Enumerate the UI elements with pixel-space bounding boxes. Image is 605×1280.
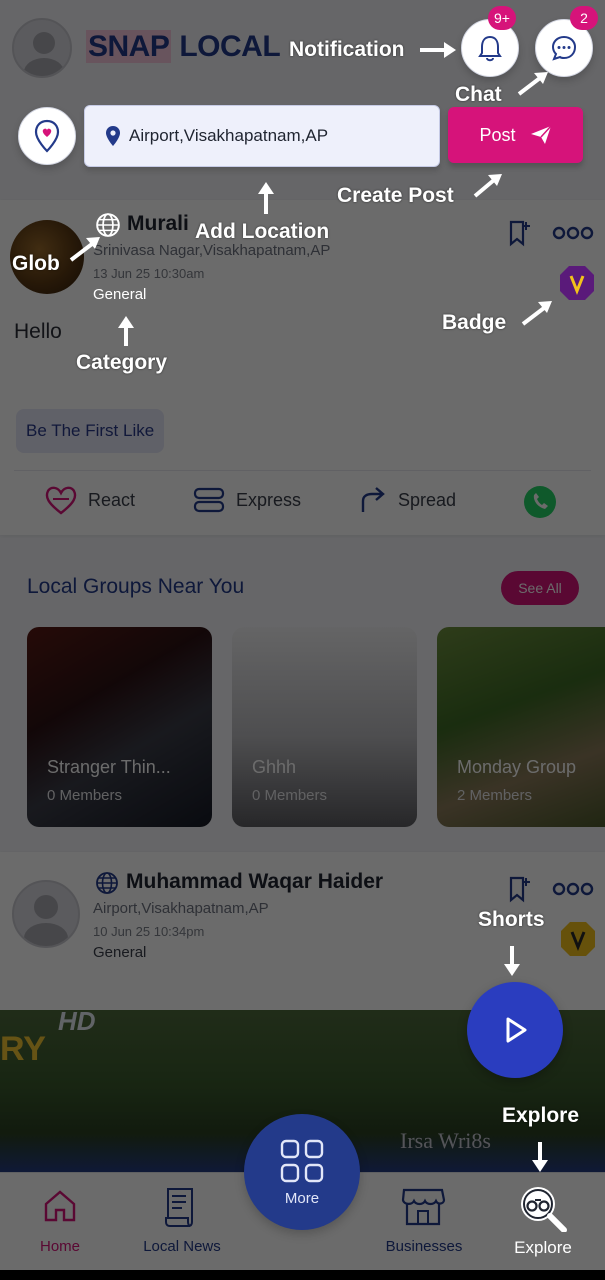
location-value: Airport,Visakhapatnam,AP [129, 126, 329, 145]
badge-icon [559, 920, 597, 963]
spread-label: Spread [398, 489, 457, 510]
post-author-name[interactable]: Murali [127, 212, 189, 236]
react-button[interactable]: React [44, 485, 135, 515]
bell-icon [478, 35, 502, 62]
post-location: Srinivasa Nagar,Visakhapatnam,AP [93, 242, 331, 259]
post-author-name[interactable]: Muhammad Waqar Haider [126, 870, 383, 894]
app-logo: SNAP LOCAL [86, 30, 281, 64]
more-options-icon[interactable] [552, 224, 594, 247]
annotation-add-location: Add Location [195, 220, 330, 243]
nav-businesses[interactable]: Businesses [376, 1238, 472, 1255]
post-date: 10 Jun 25 10:34pm [93, 924, 205, 939]
shorts-button[interactable] [467, 982, 563, 1078]
bookmark-icon[interactable] [504, 874, 534, 909]
user-icon [24, 895, 68, 946]
divider [14, 470, 591, 471]
post-category: General [93, 286, 147, 303]
heart-icon [45, 486, 77, 515]
annotation-shorts: Shorts [478, 908, 545, 931]
media-text: RY [0, 1030, 46, 1068]
profile-avatar[interactable] [12, 18, 72, 78]
group-card[interactable]: Ghhh 0 Members [232, 627, 417, 827]
first-like-button[interactable]: Be The First Like [16, 409, 165, 453]
chat-count-badge: 2 [570, 6, 598, 30]
create-post-button[interactable]: Post [448, 107, 583, 163]
more-label: More [284, 1189, 320, 1207]
arrow-icon [532, 1142, 548, 1172]
group-card[interactable]: Stranger Thin... 0 Members [27, 627, 212, 827]
post-location: Airport,Visakhapatnam,AP [93, 900, 269, 917]
arrow-icon [473, 174, 502, 198]
notification-count-badge: 9+ [488, 6, 516, 30]
system-bar [0, 1270, 605, 1280]
see-all-button[interactable]: See All [501, 571, 579, 605]
home-icon[interactable] [40, 1186, 80, 1231]
nav-home[interactable]: Home [30, 1238, 90, 1255]
chat-icon [551, 35, 577, 61]
location-field[interactable]: Airport,Visakhapatnam,AP [84, 105, 440, 167]
arrow-icon [118, 316, 134, 346]
react-label: React [88, 489, 136, 510]
comment-icon [193, 487, 225, 513]
group-name: Stranger Thin... [47, 757, 171, 777]
globe-icon [95, 871, 119, 900]
group-card[interactable]: Monday Group 2 Members [437, 627, 605, 827]
bookmark-icon[interactable] [504, 218, 534, 253]
post-category: General [93, 944, 147, 961]
post-author-avatar[interactable] [12, 880, 80, 948]
group-members: 0 Members [252, 787, 328, 804]
news-icon[interactable] [158, 1184, 204, 1235]
annotation-chat: Chat [455, 83, 502, 106]
arrow-icon [69, 237, 100, 262]
send-icon [530, 125, 552, 144]
more-options-icon[interactable] [552, 880, 594, 903]
post-text: Hello [14, 320, 62, 343]
annotation-create-post: Create Post [337, 184, 454, 207]
media-watermark: Irsa Wri8s [400, 1128, 491, 1153]
express-button[interactable]: Express [192, 485, 301, 515]
location-heart-icon [34, 119, 60, 153]
media-hd-label: HD [58, 1006, 96, 1036]
nav-local-news[interactable]: Local News [132, 1238, 232, 1255]
arrow-icon [420, 42, 456, 58]
group-members: 2 Members [457, 787, 533, 804]
store-icon[interactable] [400, 1186, 446, 1233]
post-button-label: Post [479, 124, 516, 145]
arrow-icon [258, 182, 274, 214]
more-button[interactable]: More [244, 1114, 360, 1230]
location-button[interactable] [18, 107, 76, 165]
logo-local: LOCAL [179, 30, 281, 63]
spread-button[interactable]: Spread [358, 485, 456, 515]
play-icon [506, 1017, 527, 1043]
group-members: 0 Members [47, 787, 123, 804]
arrow-icon [521, 301, 552, 326]
user-icon [24, 32, 64, 76]
group-name: Monday Group [457, 757, 577, 777]
annotation-badge: Badge [442, 311, 507, 334]
arrow-icon [504, 946, 520, 976]
logo-snap: SNAP [86, 30, 172, 63]
groups-title: Local Groups Near You [27, 575, 245, 598]
post-date: 13 Jun 25 10:30am [93, 266, 205, 281]
group-name: Ghhh [252, 757, 297, 777]
annotation-category: Category [76, 351, 168, 374]
share-icon [361, 487, 385, 512]
explore-icon[interactable] [518, 1184, 568, 1237]
whatsapp-icon[interactable] [522, 484, 558, 525]
map-pin-icon [106, 126, 120, 146]
badge-icon [558, 264, 596, 307]
grid-icon [280, 1139, 324, 1182]
annotation-notification: Notification [289, 38, 405, 61]
express-label: Express [236, 489, 302, 510]
nav-explore[interactable]: Explore [503, 1238, 583, 1258]
arrow-icon [517, 72, 548, 96]
annotation-explore: Explore [502, 1104, 580, 1127]
annotation-glob: Glob [12, 252, 60, 275]
